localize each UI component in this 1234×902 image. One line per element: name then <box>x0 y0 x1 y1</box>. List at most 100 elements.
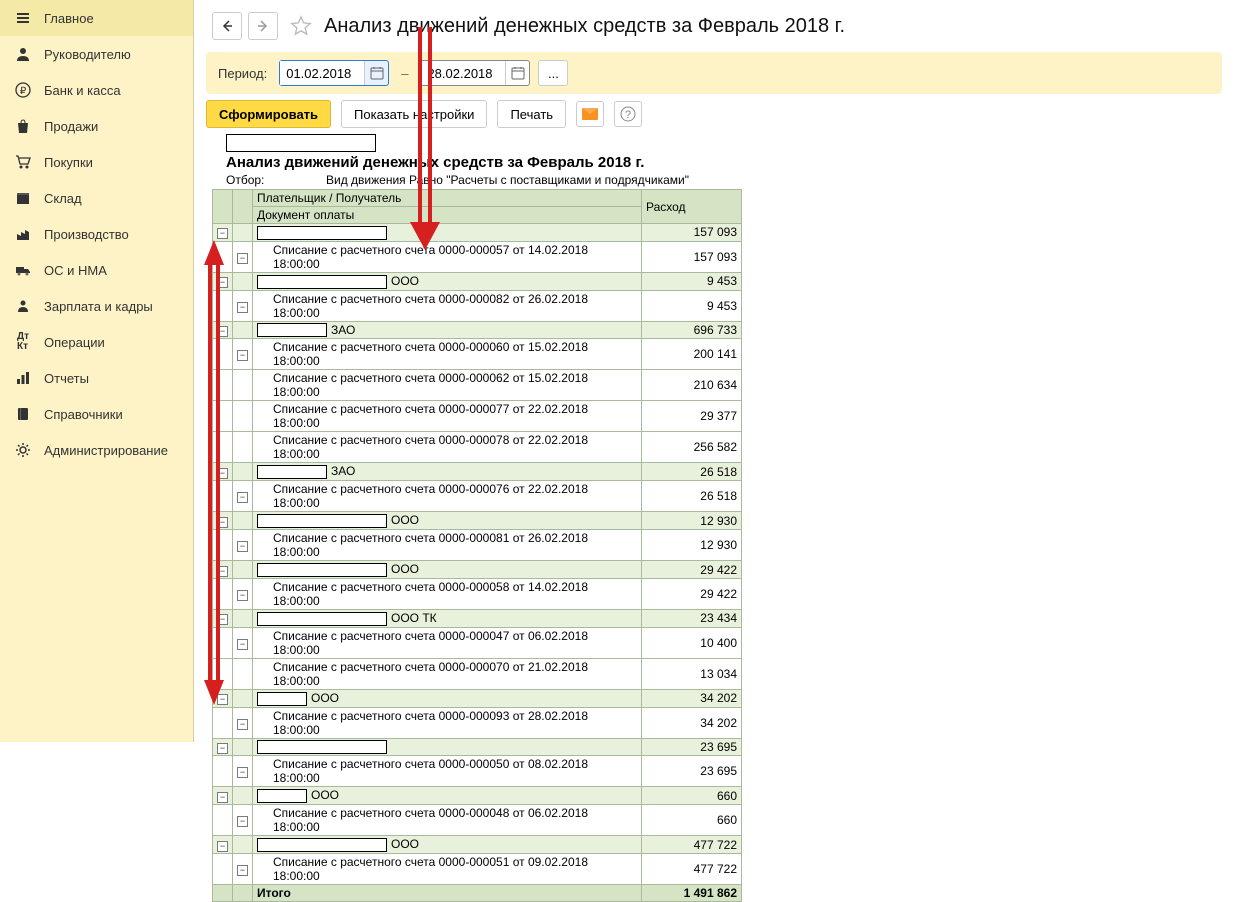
calendar-to-button[interactable] <box>505 61 529 85</box>
collapse-icon[interactable]: − <box>217 468 228 479</box>
box-icon <box>14 189 32 207</box>
doc-row-2-1[interactable]: Списание с расчетного счета 0000-000062 … <box>213 370 742 401</box>
group-name: ООО <box>253 561 642 579</box>
group-row-7[interactable]: −ООО34 202 <box>213 689 742 707</box>
date-to-input[interactable] <box>421 61 505 85</box>
doc-row-1-0[interactable]: −Списание с расчетного счета 0000-000082… <box>213 290 742 321</box>
sidebar-item-8[interactable]: Зарплата и кадры <box>0 288 193 324</box>
date-from-group <box>279 60 389 86</box>
collapse-icon[interactable]: − <box>237 590 248 601</box>
group-name: ЗАО <box>253 463 642 481</box>
sidebar-item-12[interactable]: Администрирование <box>0 432 193 468</box>
favorite-star-icon[interactable] <box>290 15 312 37</box>
collapse-icon[interactable]: − <box>217 228 228 239</box>
doc-text: Списание с расчетного счета 0000-000070 … <box>253 658 642 689</box>
group-name <box>253 224 642 242</box>
group-name <box>253 738 642 756</box>
calendar-from-button[interactable] <box>364 61 388 85</box>
period-more-button[interactable]: ... <box>538 60 568 86</box>
doc-row-10-0[interactable]: −Списание с расчетного счета 0000-000051… <box>213 854 742 885</box>
sidebar-item-6[interactable]: Производство <box>0 216 193 252</box>
doc-row-2-2[interactable]: Списание с расчетного счета 0000-000077 … <box>213 401 742 432</box>
sidebar-item-7[interactable]: ОС и НМА <box>0 252 193 288</box>
calendar-icon <box>370 66 384 80</box>
doc-row-5-0[interactable]: −Списание с расчетного счета 0000-000058… <box>213 578 742 609</box>
doc-row-6-0[interactable]: −Списание с расчетного счета 0000-000047… <box>213 627 742 658</box>
sidebar-item-9[interactable]: ДтКтОперации <box>0 324 193 360</box>
group-value: 696 733 <box>642 321 742 339</box>
doc-text: Списание с расчетного счета 0000-000048 … <box>253 805 642 836</box>
collapse-icon[interactable]: − <box>237 350 248 361</box>
collapse-icon[interactable]: − <box>237 865 248 876</box>
report-table: Плательщик / Получатель Расход Документ … <box>212 189 742 902</box>
factory-icon <box>14 225 32 243</box>
doc-row-0-0[interactable]: −Списание с расчетного счета 0000-000057… <box>213 241 742 272</box>
period-separator: – <box>401 66 408 81</box>
back-button[interactable] <box>212 12 242 40</box>
doc-row-2-3[interactable]: Списание с расчетного счета 0000-000078 … <box>213 432 742 463</box>
group-row-6[interactable]: −ООО ТК23 434 <box>213 609 742 627</box>
group-row-5[interactable]: −ООО29 422 <box>213 561 742 579</box>
group-row-4[interactable]: − ООО12 930 <box>213 512 742 530</box>
doc-row-6-1[interactable]: Списание с расчетного счета 0000-000070 … <box>213 658 742 689</box>
collapse-icon[interactable]: − <box>217 326 228 337</box>
report-title: Анализ движений денежных средств за Февр… <box>226 154 1216 171</box>
collapse-icon[interactable]: − <box>237 719 248 730</box>
collapse-icon[interactable]: − <box>217 841 228 852</box>
group-name: ООО <box>253 512 642 530</box>
email-button[interactable] <box>576 101 604 127</box>
group-row-0[interactable]: −157 093 <box>213 224 742 242</box>
sidebar-item-11[interactable]: Справочники <box>0 396 193 432</box>
sidebar-item-3[interactable]: Продажи <box>0 108 193 144</box>
collapse-icon[interactable]: − <box>217 792 228 803</box>
collapse-icon[interactable]: − <box>217 614 228 625</box>
doc-row-3-0[interactable]: −Списание с расчетного счета 0000-000076… <box>213 481 742 512</box>
group-value: 12 930 <box>642 512 742 530</box>
sidebar-label: Администрирование <box>44 443 168 458</box>
sidebar-item-0[interactable]: Главное <box>0 0 193 36</box>
group-value: 477 722 <box>642 836 742 854</box>
collapse-icon[interactable]: − <box>217 694 228 705</box>
collapse-icon[interactable]: − <box>237 541 248 552</box>
doc-value: 157 093 <box>642 241 742 272</box>
group-row-9[interactable]: −ООО660 <box>213 787 742 805</box>
collapse-icon[interactable]: − <box>217 566 228 577</box>
group-row-8[interactable]: −23 695 <box>213 738 742 756</box>
collapse-icon[interactable]: − <box>217 277 228 288</box>
collapse-icon[interactable]: − <box>237 492 248 503</box>
collapse-icon[interactable]: − <box>237 253 248 264</box>
group-value: 26 518 <box>642 463 742 481</box>
group-row-3[interactable]: − ЗАО26 518 <box>213 463 742 481</box>
collapse-icon[interactable]: − <box>237 639 248 650</box>
sidebar-item-1[interactable]: Руководителю <box>0 36 193 72</box>
col-payer: Плательщик / Получатель <box>253 190 642 207</box>
collapse-icon[interactable]: − <box>217 743 228 754</box>
doc-text: Списание с расчетного счета 0000-000060 … <box>253 339 642 370</box>
doc-text: Списание с расчетного счета 0000-000051 … <box>253 854 642 885</box>
doc-row-7-0[interactable]: −Списание с расчетного счета 0000-000093… <box>213 707 742 738</box>
sidebar-item-2[interactable]: ₽Банк и касса <box>0 72 193 108</box>
sidebar-item-10[interactable]: Отчеты <box>0 360 193 396</box>
sidebar-item-4[interactable]: Покупки <box>0 144 193 180</box>
forward-button[interactable] <box>248 12 278 40</box>
generate-button[interactable]: Сформировать <box>206 100 331 128</box>
print-button[interactable]: Печать <box>497 100 566 128</box>
collapse-icon[interactable]: − <box>217 517 228 528</box>
group-name: ООО <box>253 272 642 290</box>
group-row-10[interactable]: −ООО477 722 <box>213 836 742 854</box>
collapse-icon[interactable]: − <box>237 767 248 778</box>
doc-row-8-0[interactable]: −Списание с расчетного счета 0000-000050… <box>213 756 742 787</box>
doc-row-4-0[interactable]: −Списание с расчетного счета 0000-000081… <box>213 530 742 561</box>
doc-text: Списание с расчетного счета 0000-000058 … <box>253 578 642 609</box>
collapse-icon[interactable]: − <box>237 302 248 313</box>
collapse-icon[interactable]: − <box>237 816 248 827</box>
show-settings-button[interactable]: Показать настройки <box>341 100 487 128</box>
doc-row-9-0[interactable]: −Списание с расчетного счета 0000-000048… <box>213 805 742 836</box>
help-button[interactable]: ? <box>614 101 642 127</box>
group-row-1[interactable]: −ООО9 453 <box>213 272 742 290</box>
sidebar-item-5[interactable]: Склад <box>0 180 193 216</box>
doc-row-2-0[interactable]: −Списание с расчетного счета 0000-000060… <box>213 339 742 370</box>
group-value: 660 <box>642 787 742 805</box>
group-row-2[interactable]: −ЗАО696 733 <box>213 321 742 339</box>
date-from-input[interactable] <box>280 61 364 85</box>
